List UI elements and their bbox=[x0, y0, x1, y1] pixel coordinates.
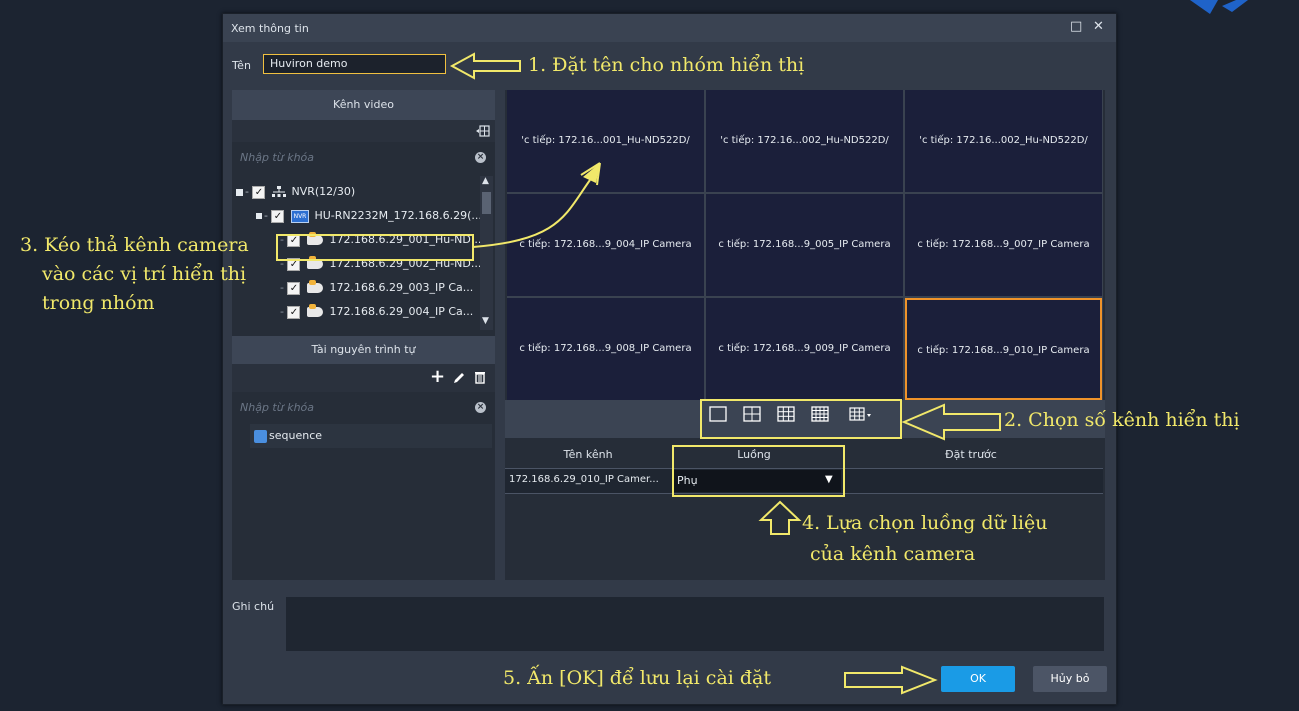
annotation-overlay bbox=[276, 52, 1001, 695]
annotation-4-line-1: 4. Lựa chọn luồng dữ liệu bbox=[802, 512, 1048, 534]
arrow-4-icon bbox=[758, 500, 802, 535]
highlight-layout-box bbox=[700, 399, 902, 439]
annotation-5: 5. Ấn [OK] để lưu lại cài đặt bbox=[503, 667, 772, 689]
annotation-1: 1. Đặt tên cho nhóm hiển thị bbox=[528, 54, 805, 76]
annotation-4-line-2: của kênh camera bbox=[810, 543, 976, 565]
annotation-3-line-3: trong nhóm bbox=[42, 292, 155, 314]
annotation-3-line-2: vào các vị trí hiển thị bbox=[42, 263, 247, 285]
highlight-channel-box bbox=[276, 234, 474, 261]
arrow-5-icon bbox=[844, 665, 938, 695]
annotation-2: 2. Chọn số kênh hiển thị bbox=[1004, 409, 1240, 431]
annotation-3-line-1: 3. Kéo thả kênh camera bbox=[20, 234, 249, 256]
arrow-2-icon bbox=[901, 403, 1001, 441]
arrow-1-icon bbox=[449, 52, 521, 80]
drag-curve-arrow bbox=[472, 179, 591, 248]
highlight-stream-box bbox=[672, 445, 845, 497]
